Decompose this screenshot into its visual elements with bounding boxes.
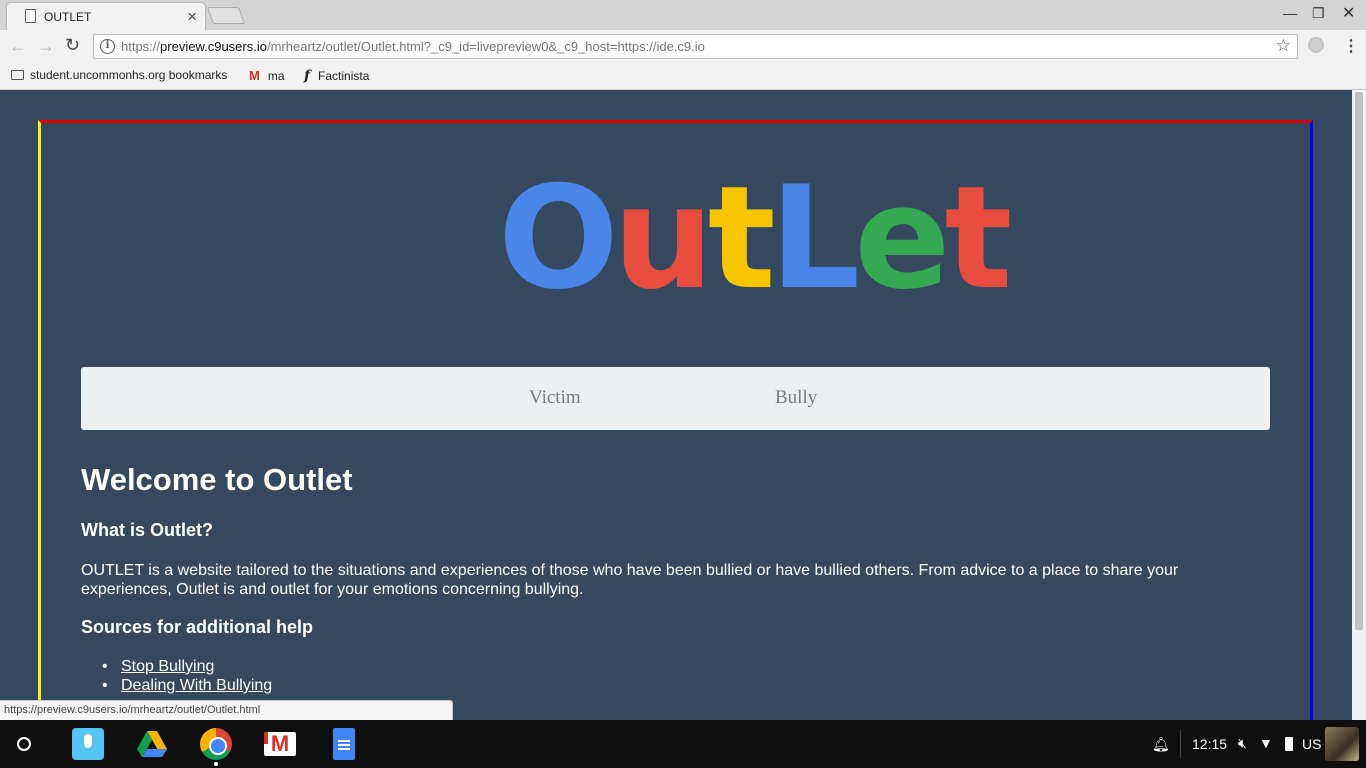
browser-tab[interactable]: OUTLET × <box>6 2 206 30</box>
scrollbar-thumb[interactable] <box>1355 92 1363 630</box>
wifi-icon[interactable]: ▼ <box>1259 735 1273 751</box>
page-title: Welcome to Outlet <box>81 462 353 497</box>
close-window-icon[interactable]: ✕ <box>1342 3 1355 23</box>
logo-letter: t <box>944 156 1013 321</box>
bookmark-star-icon[interactable]: ☆ <box>1276 36 1291 56</box>
bookmark-label: ma <box>267 69 285 83</box>
bookmark-label: student.uncommonhs.org bookmarks <box>30 68 228 82</box>
factinista-icon: f <box>304 68 311 84</box>
status-bubble: https://preview.c9users.io/mrheartz/outl… <box>0 700 453 720</box>
intro-paragraph: OUTLET is a website tailored to the situ… <box>81 562 1179 598</box>
url-text[interactable]: https://preview.c9users.io/mrheartz/outl… <box>121 39 705 54</box>
outlet-logo: OutLet <box>498 156 1013 321</box>
os-shelf: M 🔔︎ 12:15 🔇︎ ▼ US <box>0 720 1366 768</box>
launcher-icon[interactable] <box>17 737 31 751</box>
docs-icon[interactable] <box>333 728 355 760</box>
reload-icon[interactable]: ↻ <box>65 35 80 56</box>
address-bar[interactable]: i https://preview.c9users.io/mrheartz/ou… <box>93 34 1298 59</box>
list-item: Dealing With Bullying <box>102 676 272 695</box>
muted-volume-icon[interactable]: 🔇︎ <box>1238 735 1247 752</box>
logo-letter: t <box>707 156 776 321</box>
user-avatar[interactable] <box>1325 727 1359 761</box>
clock[interactable]: 12:15 <box>1192 736 1227 752</box>
logo-letter: O <box>498 156 619 321</box>
nav-victim-link[interactable]: Victim <box>529 387 581 409</box>
notification-bell-icon[interactable]: 🔔︎ <box>1152 736 1170 753</box>
minimize-icon[interactable]: — <box>1283 5 1297 21</box>
bookmark-folder[interactable]: student.uncommonhs.org bookmarks <box>11 68 227 82</box>
tray-divider <box>1180 730 1181 758</box>
browser-toolbar: ← → ↻ i https://preview.c9users.io/mrhea… <box>0 30 1366 63</box>
page-viewport: OutLet Victim Bully Welcome to Outlet Wh… <box>0 90 1352 720</box>
logo-letter: e <box>854 156 950 321</box>
nav-bully-link[interactable]: Bully <box>775 387 817 409</box>
logo-letter: L <box>769 156 861 321</box>
drive-icon[interactable] <box>136 728 168 760</box>
bookmark-factinista[interactable]: f Factinista <box>304 68 369 84</box>
back-icon[interactable]: ← <box>9 36 27 57</box>
section-heading-what: What is Outlet? <box>81 520 213 540</box>
url-scheme: https:// <box>121 39 161 54</box>
vertical-scrollbar[interactable] <box>1352 90 1366 720</box>
battery-icon[interactable] <box>1285 737 1293 751</box>
bookmarks-bar: student.uncommonhs.org bookmarks Mma f Fa… <box>0 63 1366 90</box>
gmail-icon[interactable]: M <box>264 732 296 756</box>
page-icon <box>25 9 36 23</box>
menu-icon[interactable]: ⋮ <box>1343 36 1359 56</box>
running-indicator <box>214 762 218 766</box>
extension-icon[interactable] <box>1308 37 1324 53</box>
new-tab-button[interactable] <box>206 7 246 24</box>
dealing-with-bullying-link[interactable]: Dealing With Bullying <box>121 677 272 694</box>
info-icon[interactable]: i <box>100 39 115 54</box>
bookmark-ma[interactable]: Mma <box>249 68 285 83</box>
logo-letter: u <box>612 156 714 321</box>
bookmark-label: Factinista <box>318 69 370 83</box>
tab-title: OUTLET <box>44 10 92 24</box>
tab-strip: OUTLET × — ❐ ✕ <box>0 0 1366 30</box>
gmail-icon: M <box>249 68 260 83</box>
list-item: Stop Bullying <box>102 657 272 676</box>
close-tab-icon[interactable]: × <box>187 7 197 27</box>
input-language[interactable]: US <box>1302 736 1321 752</box>
restore-icon[interactable]: ❐ <box>1312 5 1325 22</box>
forward-icon[interactable]: → <box>37 36 55 57</box>
section-heading-sources: Sources for additional help <box>81 617 314 637</box>
chrome-icon[interactable] <box>200 728 232 760</box>
stop-bullying-link[interactable]: Stop Bullying <box>121 658 214 675</box>
voice-search-icon[interactable] <box>72 728 104 760</box>
status-url: https://preview.c9users.io/mrheartz/outl… <box>4 704 261 716</box>
main-nav: Victim Bully <box>81 367 1270 430</box>
url-path: /mrheartz/outlet/Outlet.html?_c9_id=live… <box>266 39 705 54</box>
folder-icon <box>11 70 24 80</box>
url-host: preview.c9users.io <box>160 39 267 54</box>
sources-list: Stop Bullying Dealing With Bullying <box>102 657 272 695</box>
